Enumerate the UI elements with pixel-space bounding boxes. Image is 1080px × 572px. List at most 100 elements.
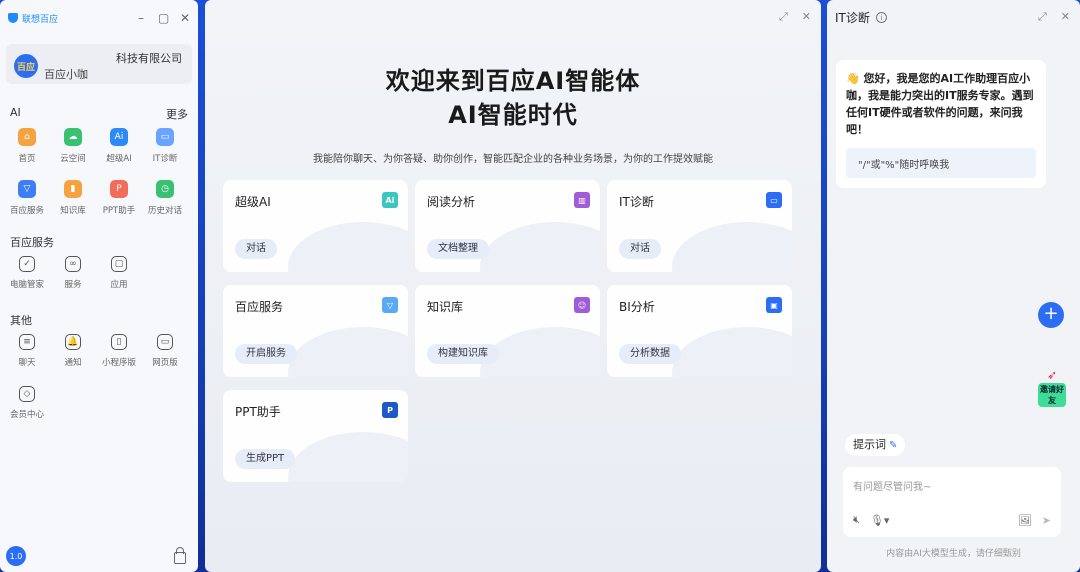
card-action-tag[interactable]: 构建知识库 <box>427 344 499 364</box>
app-item[interactable]: Ai 超级AI <box>96 122 142 174</box>
card-action-tag[interactable]: 对话 <box>235 239 277 259</box>
feature-card[interactable]: IT诊断 ▭ 对话 <box>607 180 792 272</box>
maximize-icon[interactable]: ▢ <box>158 11 169 25</box>
info-icon[interactable]: i <box>875 12 887 23</box>
greeting-bubble: 👋 您好，我是您的AI工作助理百应小咖，我是能力突出的IT服务专家。遇到任何IT… <box>836 60 1046 188</box>
welcome-title-line2: AI智能时代 <box>448 101 578 129</box>
feature-card[interactable]: 超级AI Ai 对话 <box>223 180 408 272</box>
app-label: 首页 <box>18 154 36 164</box>
service-link-icon: ∞ <box>65 256 81 272</box>
app-item[interactable]: ▽ 百应服务 <box>4 174 50 226</box>
bell-icon: 🔔 <box>65 334 81 350</box>
expand-icon[interactable]: ⤢ <box>1038 10 1047 24</box>
app-label: 历史对话 <box>147 206 182 216</box>
minimize-icon[interactable]: – <box>136 11 146 25</box>
invite-friends-button[interactable]: ➶ 邀请好友 <box>1038 364 1066 407</box>
window-controls: – ▢ ✕ <box>136 11 190 25</box>
input-toolbar: 🔇︎ 🎙︎▾ 🖼︎ ➤ <box>853 513 1051 527</box>
expand-icon[interactable]: ⤢ <box>779 10 788 24</box>
app-item[interactable]: ▭ IT诊断 <box>142 122 188 174</box>
close-icon[interactable]: ✕ <box>180 11 190 25</box>
super-ai-icon: Ai <box>110 128 128 146</box>
close-icon[interactable]: ✕ <box>802 10 811 24</box>
app-item[interactable]: ∞ 服务 <box>50 250 96 302</box>
prompt-chip[interactable]: 提示词 ✎ <box>845 434 906 456</box>
service-section-title: 百应服务 <box>10 236 54 249</box>
bag-icon: ▢ <box>111 256 127 272</box>
profile-card[interactable]: 科技有限公司 百应 百应小咖 <box>6 44 192 84</box>
user-name: 百应小咖 <box>44 68 88 81</box>
close-icon[interactable]: ✕ <box>1061 10 1070 24</box>
card-title: 阅读分析 <box>427 195 476 209</box>
card-title: PPT助手 <box>235 405 281 419</box>
logo-icon <box>8 13 18 23</box>
app-item[interactable]: ☁ 云空间 <box>50 122 96 174</box>
app-item[interactable]: ≡ 聊天 <box>4 328 50 380</box>
service-icon: ▽ <box>18 180 36 198</box>
app-label: 云空间 <box>60 154 86 164</box>
app-item[interactable]: ▯ 小程序版 <box>96 328 142 380</box>
app-item[interactable]: 🔔 通知 <box>50 328 96 380</box>
paper-plane-icon: ➶ <box>1046 368 1058 382</box>
other-section-header: 其他 <box>0 312 198 328</box>
avatar[interactable]: 百应 <box>14 54 38 78</box>
assistant-panel: IT诊断 i ⤢ ✕ 👋 您好，我是您的AI工作助理百应小咖，我是能力突出的IT… <box>827 0 1080 572</box>
web-version-icon: ▭ <box>157 334 173 350</box>
app-label: 会员中心 <box>9 410 44 420</box>
left-bottom-bar: 1.0 <box>6 546 186 566</box>
lock-icon[interactable] <box>174 547 186 564</box>
card-action-tag[interactable]: 生成PPT <box>235 449 296 469</box>
microphone-icon[interactable]: 🎙︎▾ <box>870 514 890 527</box>
membership-icon: ◇ <box>19 386 35 402</box>
feature-card[interactable]: BI分析 ▣ 分析数据 <box>607 285 792 377</box>
prompt-chip-label: 提示词 <box>853 438 886 451</box>
app-item[interactable]: P PPT助手 <box>96 174 142 226</box>
app-item[interactable]: ▮ 知识库 <box>50 174 96 226</box>
mini-program-icon: ▯ <box>111 334 127 350</box>
home-icon: ⌂ <box>18 128 36 146</box>
service-app-grid: ✓ 电脑管家 ∞ 服务 ▢ 应用 <box>0 250 198 302</box>
ai-section-header: AI 更多 <box>0 106 198 122</box>
chat-input-box[interactable]: 有问题尽管问我~ 🔇︎ 🎙︎▾ 🖼︎ ➤ <box>843 467 1061 537</box>
card-title: BI分析 <box>619 300 655 314</box>
ai-section-title: AI <box>10 106 21 119</box>
version-badge[interactable]: 1.0 <box>6 546 26 566</box>
app-item[interactable]: ▢ 应用 <box>96 250 142 302</box>
app-item[interactable]: ▭ 网页版 <box>142 328 188 380</box>
welcome-title-line1: 欢迎来到百应AI智能体 <box>385 67 641 95</box>
speaker-mute-icon[interactable]: 🔇︎ <box>853 513 860 527</box>
ppt-icon: P <box>110 180 128 198</box>
app-item[interactable]: ◇ 会员中心 <box>4 380 50 432</box>
left-titlebar: 联想百应 – ▢ ✕ <box>0 0 198 36</box>
image-upload-icon[interactable]: 🖼︎ <box>1018 514 1032 527</box>
cloud-space-icon: ☁ <box>64 128 82 146</box>
chat-input-placeholder[interactable]: 有问题尽管问我~ <box>853 478 931 493</box>
feature-card[interactable]: 知识库 ☺ 构建知识库 <box>415 285 600 377</box>
welcome-title: 欢迎来到百应AI智能体 AI智能时代 <box>205 64 821 132</box>
new-chat-button[interactable]: + <box>1038 302 1064 328</box>
card-action-tag[interactable]: 开启服务 <box>235 344 297 364</box>
ppt-card-icon: P <box>382 402 398 418</box>
app-item[interactable]: ◷ 历史对话 <box>142 174 188 226</box>
feature-card[interactable]: 阅读分析 ▥ 文档整理 <box>415 180 600 272</box>
other-app-grid: ≡ 聊天 🔔 通知 ▯ 小程序版 ▭ 网页版 ◇ 会员中心 <box>0 328 198 432</box>
feature-card[interactable]: 百应服务 ▽ 开启服务 <box>223 285 408 377</box>
send-icon[interactable]: ➤ <box>1042 514 1051 527</box>
app-label: 知识库 <box>60 206 86 216</box>
it-diagnosis-icon: ▭ <box>156 128 174 146</box>
card-action-tag[interactable]: 分析数据 <box>619 344 681 364</box>
company-name: 科技有限公司 <box>116 52 182 65</box>
service-section-header: 百应服务 <box>0 234 198 250</box>
card-action-tag[interactable]: 对话 <box>619 239 661 259</box>
app-item[interactable]: ✓ 电脑管家 <box>4 250 50 302</box>
shortcut-hint[interactable]: "/"或"%"随时呼唤我 <box>846 148 1036 178</box>
card-action-tag[interactable]: 文档整理 <box>427 239 489 259</box>
knowledge-card-icon: ☺ <box>574 297 590 313</box>
more-link[interactable]: 更多 <box>166 106 188 122</box>
main-window-controls: ⤢ ✕ <box>779 10 811 24</box>
app-label: 服务 <box>64 280 82 290</box>
feature-card[interactable]: PPT助手 P 生成PPT <box>223 390 408 482</box>
knowledge-icon: ▮ <box>64 180 82 198</box>
app-item[interactable]: ⌂ 首页 <box>4 122 50 174</box>
greeting-message: 👋 您好，我是您的AI工作助理百应小咖，我是能力突出的IT服务专家。遇到任何IT… <box>846 72 1034 136</box>
